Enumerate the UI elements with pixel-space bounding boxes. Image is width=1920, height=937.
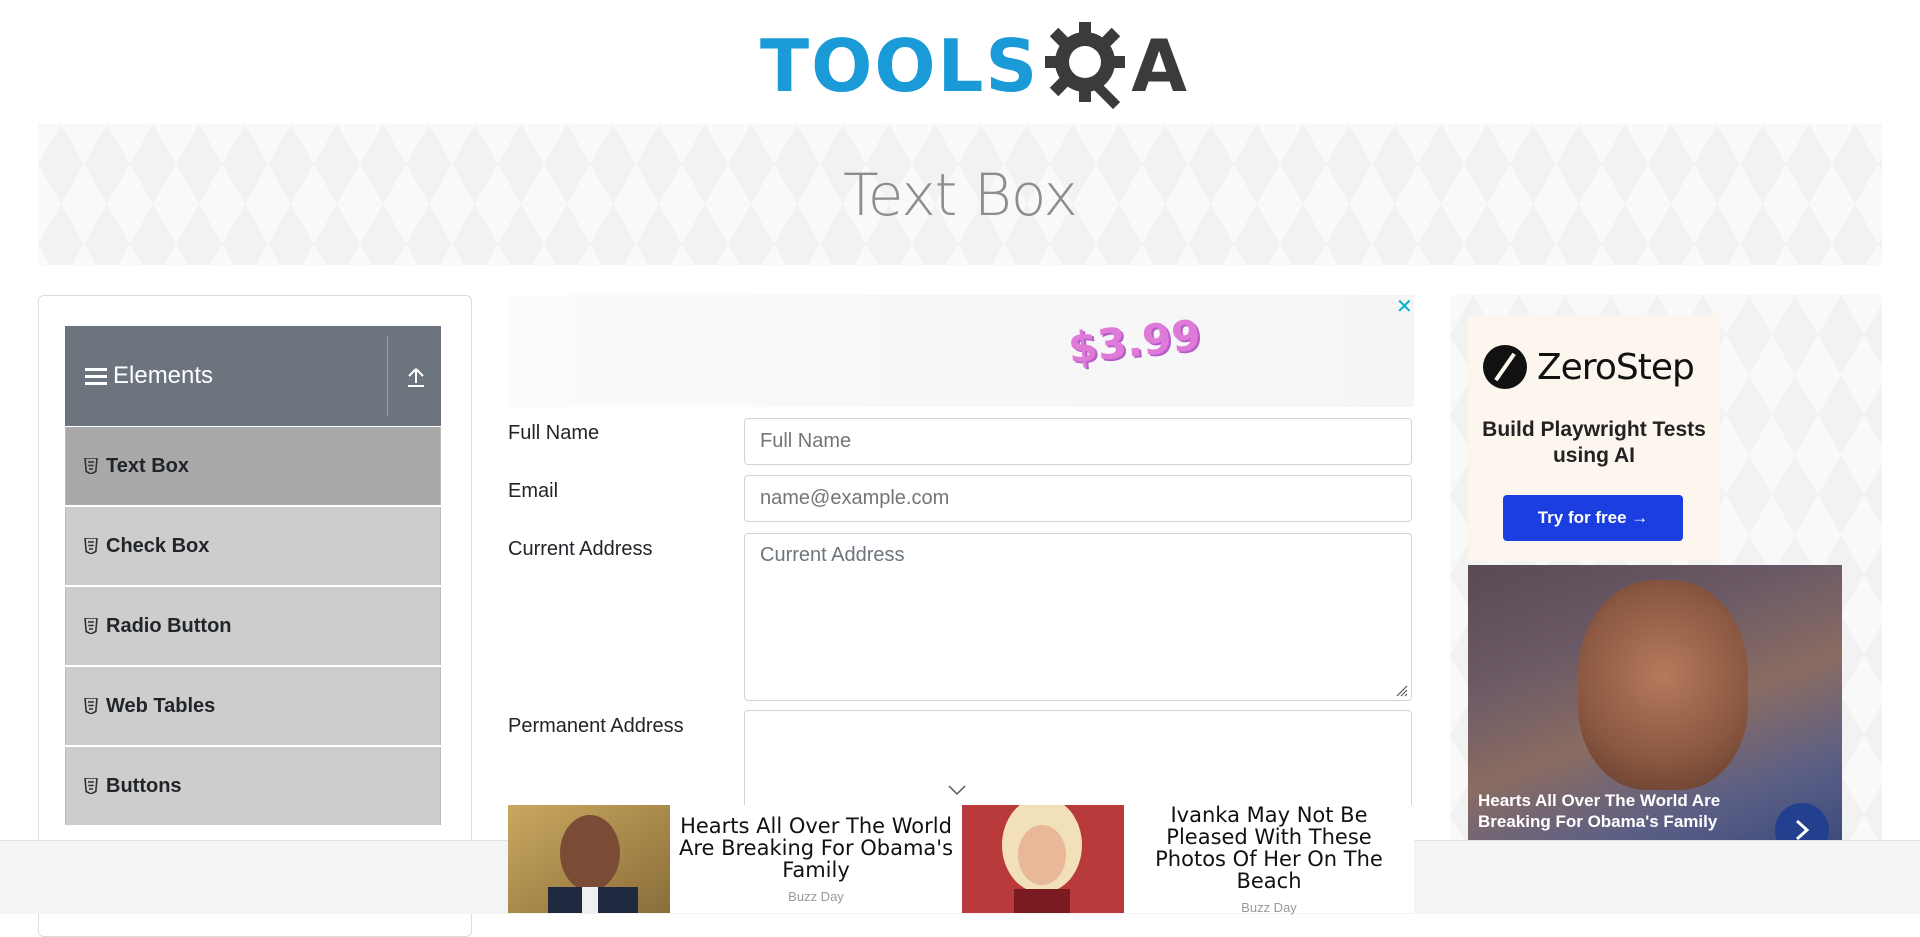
news-caption: Hearts All Over The World Are Breaking F… — [1478, 791, 1721, 831]
sidebar-item-web-tables[interactable]: Web Tables — [65, 667, 441, 745]
resize-grip-icon[interactable] — [1394, 683, 1408, 697]
current-address-label: Current Address — [508, 538, 653, 560]
bottom-ad-2-source: Buzz Day — [1241, 899, 1297, 915]
sidebar-item-label: Web Tables — [106, 694, 216, 717]
chevron-down-icon[interactable] — [948, 784, 966, 796]
html5-icon — [84, 778, 98, 794]
top-advertisement[interactable]: $3.99 — [508, 295, 1414, 407]
zerostep-logo: ZeroStep — [1483, 345, 1695, 389]
collapse-arrow-icon[interactable] — [405, 366, 427, 388]
page-title: Text Box — [843, 160, 1078, 229]
header-divider — [387, 336, 388, 416]
permanent-address-label: Permanent Address — [508, 715, 684, 737]
bottom-ad-1-source: Buzz Day — [788, 888, 844, 904]
html5-icon — [84, 618, 98, 634]
full-name-input[interactable] — [744, 418, 1412, 465]
group-title: Elements — [113, 362, 214, 389]
obama-news-image[interactable]: Hearts All Over The World Are Breaking F… — [1468, 565, 1842, 840]
obama-thumbnail — [508, 805, 670, 913]
sidebar-item-label: Buttons — [106, 774, 182, 797]
current-address-textarea[interactable]: Current Address — [744, 533, 1412, 701]
current-address-placeholder: Current Address — [760, 544, 905, 566]
sidebar-item-buttons[interactable]: Buttons — [65, 747, 441, 825]
toolsqa-logo[interactable]: TOOLS A — [760, 18, 1187, 114]
try-for-free-button[interactable]: Try for free → — [1503, 495, 1683, 541]
next-arrow-icon[interactable] — [1775, 803, 1829, 840]
sidebar-item-label: Check Box — [106, 534, 210, 557]
email-input[interactable] — [744, 475, 1412, 522]
person-photo — [1578, 580, 1748, 790]
sidebar-item-label: Text Box — [106, 454, 189, 477]
hamburger-icon — [85, 367, 107, 385]
ivanka-thumbnail — [962, 805, 1124, 913]
sidebar-menu: Text Box Check Box Radio Button Web Tabl… — [65, 427, 441, 827]
gear-magnifier-icon — [1045, 22, 1126, 110]
page-banner: Text Box — [38, 124, 1882, 265]
logo-text-tools: TOOLS — [760, 24, 1040, 108]
zerostep-tagline: Build Playwright Tests using AI — [1482, 418, 1706, 467]
elements-group-header[interactable]: Elements — [65, 326, 441, 426]
bottom-ad-2-headline: Ivanka May Not Be Pleased With These Pho… — [1155, 802, 1383, 893]
ad-price: $3.99 — [1065, 310, 1204, 373]
bottom-ad-1[interactable]: Hearts All Over The World Are Breaking F… — [508, 805, 962, 913]
html5-icon — [84, 698, 98, 714]
zerostep-brand: ZeroStep — [1537, 346, 1695, 388]
ad-close-icon[interactable]: ✕ — [1396, 294, 1413, 319]
zerostep-ad[interactable]: ZeroStep Build Playwright Tests using AI… — [1468, 315, 1720, 561]
sidebar-item-radio-button[interactable]: Radio Button — [65, 587, 441, 665]
zerostep-logo-icon — [1483, 345, 1527, 389]
full-name-label: Full Name — [508, 422, 600, 444]
html5-icon — [84, 538, 98, 554]
bottom-ad-1-headline: Hearts All Over The World Are Breaking F… — [678, 813, 954, 882]
bottom-ad-2[interactable]: Ivanka May Not Be Pleased With These Pho… — [962, 802, 1414, 915]
sidebar-item-label: Radio Button — [106, 614, 232, 637]
right-advertisement[interactable]: ZeroStep Build Playwright Tests using AI… — [1450, 295, 1882, 840]
sidebar-item-text-box[interactable]: Text Box — [65, 427, 441, 505]
html5-icon — [84, 458, 98, 474]
sidebar-item-check-box[interactable]: Check Box — [65, 507, 441, 585]
email-label: Email — [508, 480, 559, 502]
logo-text-a: A — [1131, 24, 1187, 108]
